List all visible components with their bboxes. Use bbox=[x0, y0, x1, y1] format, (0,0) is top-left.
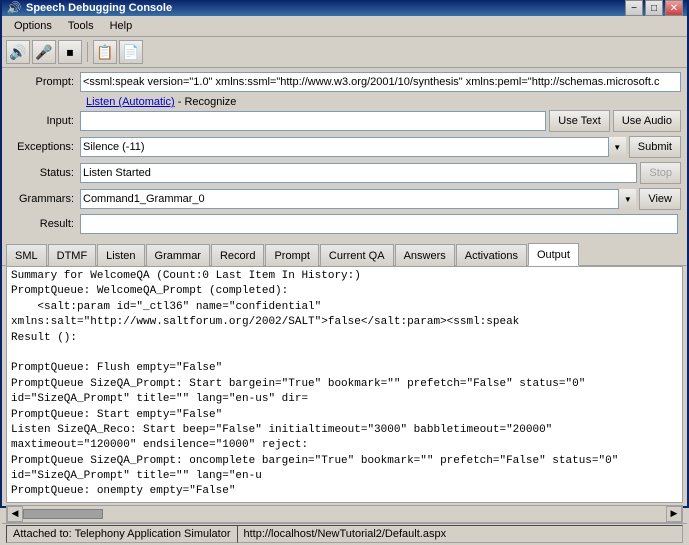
exceptions-select[interactable]: Silence (-11) bbox=[80, 137, 626, 157]
stop-button[interactable]: Stop bbox=[640, 162, 681, 184]
tab-sml[interactable]: SML bbox=[6, 244, 47, 266]
grammars-label: Grammars: bbox=[8, 193, 80, 205]
status-field bbox=[80, 163, 637, 183]
maximize-button[interactable]: □ bbox=[645, 0, 663, 16]
output-area[interactable]: Summary for WelcomeQA (Count:0 Last Item… bbox=[6, 266, 683, 503]
exceptions-select-wrapper: Silence (-11) ▼ bbox=[80, 137, 626, 157]
listen-section: Listen (Automatic) - Recognize bbox=[8, 96, 681, 110]
grammars-select-wrapper: Command1_Grammar_0 ▼ bbox=[80, 189, 636, 209]
status-label: Status: bbox=[8, 167, 80, 179]
result-row: Result: bbox=[8, 214, 681, 234]
speak-icon[interactable]: 🔊 bbox=[6, 40, 30, 64]
record-icon[interactable]: 🎤 bbox=[32, 40, 56, 64]
status-right-text: http://localhost/NewTutorial2/Default.as… bbox=[244, 528, 447, 540]
status-bar: Attached to: Telephony Application Simul… bbox=[2, 523, 687, 545]
tab-activations[interactable]: Activations bbox=[456, 244, 527, 266]
window-frame: 🔊 Speech Debugging Console − □ ✕ Options… bbox=[0, 0, 689, 508]
exceptions-row: Exceptions: Silence (-11) ▼ Submit bbox=[8, 136, 681, 158]
exceptions-label: Exceptions: bbox=[8, 141, 80, 153]
grammars-select[interactable]: Command1_Grammar_0 bbox=[80, 189, 636, 209]
minimize-button[interactable]: − bbox=[625, 0, 643, 16]
menu-bar: Options Tools Help bbox=[2, 16, 687, 37]
input-row: Input: Use Text Use Audio bbox=[8, 110, 681, 132]
tab-prompt[interactable]: Prompt bbox=[265, 244, 318, 266]
status-left-text: Attached to: Telephony Application Simul… bbox=[13, 528, 231, 540]
recognize-text: - Recognize bbox=[178, 96, 237, 108]
tab-listen[interactable]: Listen bbox=[97, 244, 144, 266]
prompt-input[interactable] bbox=[80, 72, 681, 92]
status-panel-right: http://localhost/NewTutorial2/Default.as… bbox=[237, 525, 684, 543]
clipboard-icon[interactable]: 📋 bbox=[93, 40, 117, 64]
view-button[interactable]: View bbox=[639, 188, 681, 210]
use-audio-button[interactable]: Use Audio bbox=[613, 110, 681, 132]
main-content: Prompt: Listen (Automatic) - Recognize I… bbox=[2, 68, 687, 242]
menu-help[interactable]: Help bbox=[102, 18, 141, 34]
document-icon[interactable]: 📄 bbox=[119, 40, 143, 64]
h-scroll-track[interactable] bbox=[23, 509, 666, 519]
tab-output[interactable]: Output bbox=[528, 243, 579, 266]
tab-record[interactable]: Record bbox=[211, 244, 264, 266]
toolbar-separator bbox=[87, 42, 88, 62]
use-text-button[interactable]: Use Text bbox=[549, 110, 610, 132]
tabs-container: SML DTMF Listen Grammar Record Prompt Cu… bbox=[2, 242, 687, 266]
tab-grammar[interactable]: Grammar bbox=[146, 244, 210, 266]
grammars-row: Grammars: Command1_Grammar_0 ▼ View bbox=[8, 188, 681, 210]
window-controls: − □ ✕ bbox=[625, 0, 683, 16]
status-panel-left: Attached to: Telephony Application Simul… bbox=[6, 525, 237, 543]
tab-current-qa[interactable]: Current QA bbox=[320, 244, 394, 266]
h-scroll-right[interactable]: ▶ bbox=[666, 506, 682, 522]
panels-section: SML DTMF Listen Grammar Record Prompt Cu… bbox=[2, 242, 687, 523]
result-label: Result: bbox=[8, 218, 80, 230]
h-scroll-left[interactable]: ◀ bbox=[7, 506, 23, 522]
toolbar: 🔊 🎤 ⏹ 📋 📄 bbox=[2, 37, 687, 68]
status-row: Status: Stop bbox=[8, 162, 681, 184]
menu-options[interactable]: Options bbox=[6, 18, 60, 34]
listen-link[interactable]: Listen (Automatic) bbox=[86, 96, 175, 108]
close-button[interactable]: ✕ bbox=[665, 0, 683, 16]
input-field[interactable] bbox=[80, 111, 546, 131]
window-title: Speech Debugging Console bbox=[26, 2, 625, 14]
tab-dtmf[interactable]: DTMF bbox=[48, 244, 97, 266]
result-field[interactable] bbox=[80, 214, 678, 234]
content-wrapper: Prompt: Listen (Automatic) - Recognize I… bbox=[2, 68, 687, 545]
app-icon: 🔊 bbox=[6, 0, 22, 16]
stop-icon[interactable]: ⏹ bbox=[58, 40, 82, 64]
tab-answers[interactable]: Answers bbox=[395, 244, 455, 266]
menu-tools[interactable]: Tools bbox=[60, 18, 102, 34]
h-scroll-thumb[interactable] bbox=[23, 509, 103, 519]
submit-button[interactable]: Submit bbox=[629, 136, 681, 158]
prompt-label: Prompt: bbox=[8, 76, 80, 88]
prompt-row: Prompt: bbox=[8, 72, 681, 92]
input-label: Input: bbox=[8, 115, 80, 127]
title-bar: 🔊 Speech Debugging Console − □ ✕ bbox=[2, 0, 687, 16]
